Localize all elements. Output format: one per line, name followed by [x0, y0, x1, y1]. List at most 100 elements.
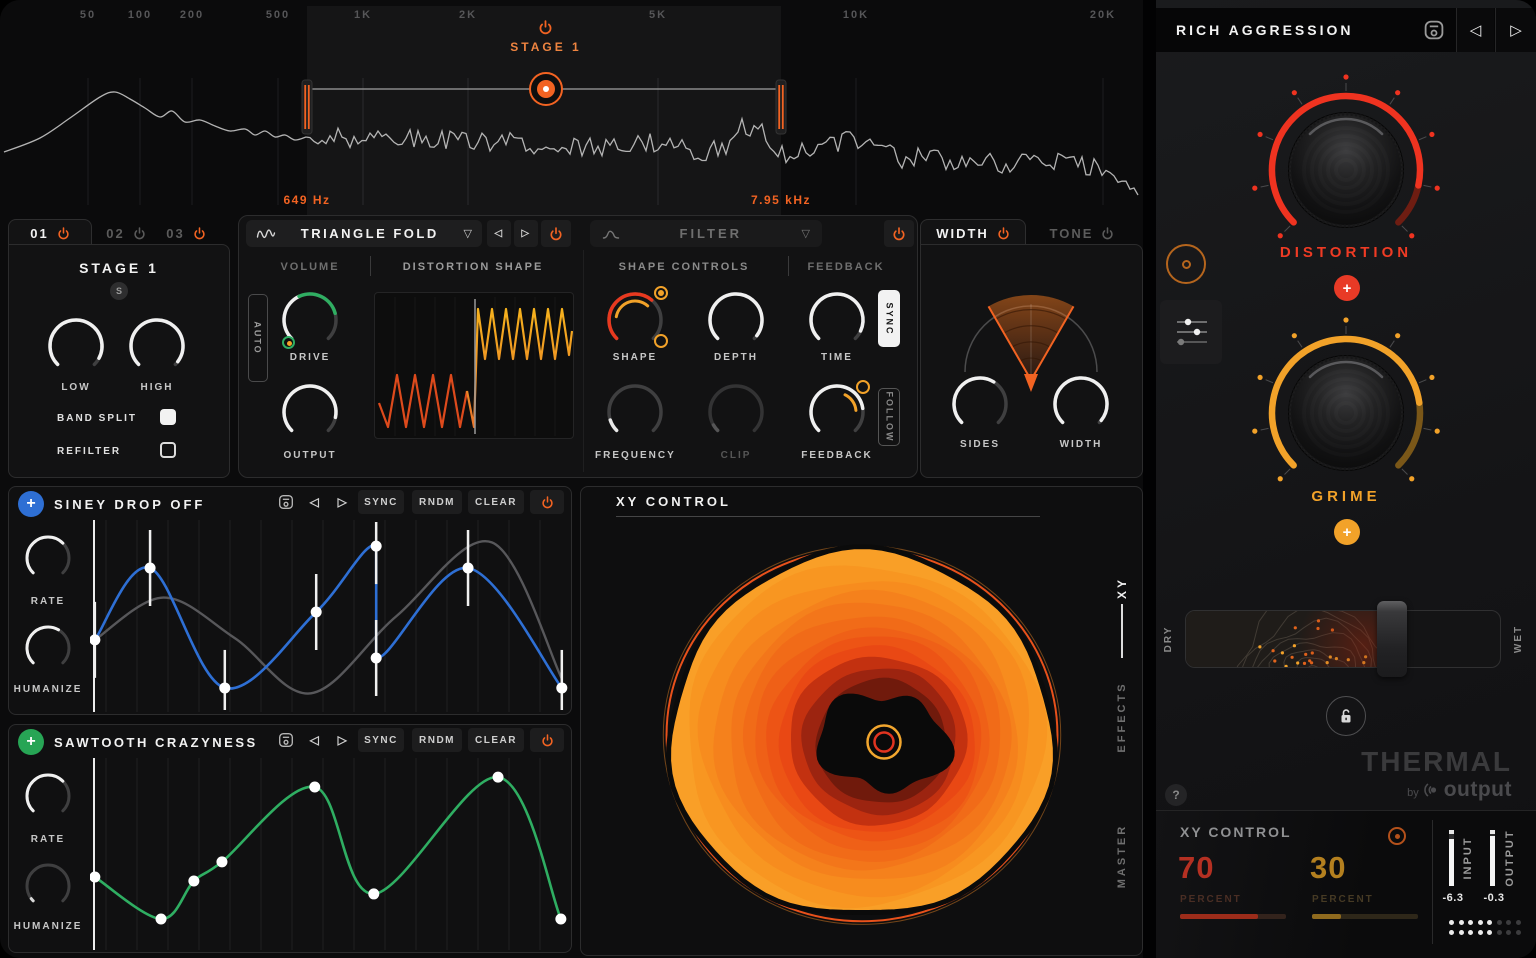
- stage-high-knob[interactable]: [125, 314, 189, 378]
- fold-next-button[interactable]: ▷: [514, 220, 538, 247]
- effects-view-tab[interactable]: EFFECTS: [1115, 657, 1129, 777]
- dry-wet-slider[interactable]: [1185, 610, 1501, 668]
- lfo1-rate-knob[interactable]: [22, 532, 74, 584]
- stage-low-knob[interactable]: [44, 314, 108, 378]
- lfo2-rate-knob[interactable]: [22, 770, 74, 822]
- lfo1-power-icon: [541, 496, 554, 509]
- shape-mod-dot-hollow: [654, 334, 668, 348]
- lfo2-humanize-knob[interactable]: [22, 860, 74, 912]
- band-split-checkbox[interactable]: [160, 409, 176, 425]
- spectrum-display[interactable]: [0, 0, 1143, 215]
- stage-tab-2[interactable]: 02: [98, 221, 154, 245]
- filter-tab-shape-controls[interactable]: SHAPE CONTROLS: [600, 261, 768, 273]
- lfo1-add-button[interactable]: +: [18, 491, 44, 517]
- lfo2-rndm-button[interactable]: RNDM: [412, 728, 462, 752]
- preset-prev-button[interactable]: ◁: [1456, 8, 1494, 52]
- master-view-tab[interactable]: MASTER: [1115, 796, 1129, 916]
- filter-power-button[interactable]: [884, 220, 914, 247]
- lfo2-add-button[interactable]: +: [18, 729, 44, 755]
- width-knob[interactable]: [1049, 372, 1113, 436]
- shape-label: SHAPE: [603, 352, 667, 363]
- stage-tab-1[interactable]: 01: [8, 219, 92, 246]
- output-label: OUTPUT: [278, 450, 342, 461]
- lfo2-save-button[interactable]: [274, 728, 298, 752]
- preset-name[interactable]: RICH AGGRESSION: [1176, 22, 1416, 38]
- filter-tab-feedback[interactable]: FEEDBACK: [798, 261, 894, 273]
- grime-add-mod-button[interactable]: +: [1334, 519, 1360, 545]
- input-meter-value: -6.3: [1431, 892, 1475, 904]
- follow-toggle[interactable]: FOLLOW: [878, 388, 900, 446]
- output-knob[interactable]: [278, 380, 342, 444]
- filter-type-selector[interactable]: FILTER ▽: [590, 220, 822, 247]
- lfo1-prev-button[interactable]: ◁: [302, 490, 328, 514]
- stage-band-power-icon[interactable]: [538, 20, 553, 35]
- macro-view-button[interactable]: [1166, 244, 1206, 284]
- stage-tab-1-power-icon[interactable]: [57, 227, 70, 240]
- lfo1-next-button[interactable]: ▷: [330, 490, 356, 514]
- lfo2-humanize-label: HUMANIZE: [4, 921, 92, 932]
- mix-lock-button[interactable]: [1326, 696, 1366, 736]
- distortion-add-mod-button[interactable]: +: [1334, 275, 1360, 301]
- xy-title-underline: [616, 516, 1040, 517]
- output-logo-mark: [1423, 781, 1439, 799]
- lfo1-power-button[interactable]: [530, 490, 564, 514]
- distortion-macro-knob[interactable]: [1246, 70, 1446, 270]
- sync-toggle[interactable]: SYNC: [878, 290, 900, 347]
- fold-tab-distortion-shape[interactable]: DISTORTION SHAPE: [380, 261, 566, 273]
- time-knob[interactable]: [805, 288, 869, 352]
- stage-low-label: LOW: [44, 382, 108, 393]
- help-button[interactable]: ?: [1165, 784, 1187, 806]
- lfo2-prev-button[interactable]: ◁: [302, 728, 328, 752]
- stage-band-label: STAGE 1: [486, 40, 606, 54]
- lfo1-sync-button[interactable]: SYNC: [358, 490, 404, 514]
- fold-power-button[interactable]: [541, 220, 571, 247]
- unlock-icon: [1336, 706, 1356, 726]
- lfo2-power-button[interactable]: [530, 728, 564, 752]
- grime-macro-knob[interactable]: [1246, 313, 1446, 513]
- lfo1-clear-button[interactable]: CLEAR: [468, 490, 524, 514]
- lfo1-rndm-button[interactable]: RNDM: [412, 490, 462, 514]
- lfo2-next-button[interactable]: ▷: [330, 728, 356, 752]
- fold-tab-volume[interactable]: VOLUME: [260, 261, 360, 273]
- frequency-knob[interactable]: [603, 380, 667, 444]
- sliders-view-button[interactable]: [1160, 300, 1222, 364]
- fold-dropdown-icon: ▽: [464, 227, 472, 240]
- stage-tab-2-power-icon[interactable]: [133, 227, 146, 240]
- width-tab[interactable]: WIDTH: [920, 219, 1026, 246]
- fold-type-selector[interactable]: TRIANGLE FOLD ▽: [246, 220, 482, 247]
- stage-tab-3[interactable]: 03: [158, 221, 214, 245]
- lfo2-curve-editor[interactable]: [90, 756, 570, 952]
- refilter-checkbox[interactable]: [160, 442, 176, 458]
- dry-wet-handle[interactable]: [1377, 601, 1407, 677]
- band-center-handle[interactable]: [528, 71, 564, 107]
- xy-view-tab[interactable]: XY: [1114, 568, 1130, 608]
- band-low-freq-readout: 649 Hz: [247, 193, 367, 207]
- fold-prev-button[interactable]: ◁: [487, 220, 511, 247]
- width-power-icon[interactable]: [997, 227, 1010, 240]
- lfo1-curve-editor[interactable]: [90, 518, 570, 714]
- lfo1-save-button[interactable]: [274, 490, 298, 514]
- auto-toggle[interactable]: AUTO: [248, 294, 268, 382]
- lfo1-humanize-knob[interactable]: [22, 622, 74, 674]
- save-icon: [277, 493, 295, 511]
- xy-heatmap[interactable]: [640, 532, 1086, 942]
- clip-label: CLIP: [704, 450, 768, 461]
- time-label: TIME: [805, 352, 869, 363]
- preset-save-button[interactable]: [1420, 16, 1448, 44]
- tone-power-icon[interactable]: [1101, 227, 1114, 240]
- depth-knob[interactable]: [704, 288, 768, 352]
- lfo2-sync-button[interactable]: SYNC: [358, 728, 404, 752]
- preset-next-button[interactable]: ▷: [1495, 8, 1536, 52]
- lfo2-clear-button[interactable]: CLEAR: [468, 728, 524, 752]
- freq-label: 100: [110, 9, 170, 21]
- sliders-icon: [1171, 315, 1211, 349]
- solo-badge[interactable]: S: [110, 282, 128, 300]
- y-macro-unit: PERCENT: [1312, 894, 1432, 905]
- width-tab-label: WIDTH: [936, 226, 989, 241]
- distortion-shape-display[interactable]: [374, 292, 574, 439]
- clip-knob[interactable]: [704, 380, 768, 444]
- sides-knob[interactable]: [948, 372, 1012, 436]
- footer-divider: [1432, 820, 1433, 944]
- tone-tab[interactable]: TONE: [1032, 221, 1132, 245]
- stage-tab-3-power-icon[interactable]: [193, 227, 206, 240]
